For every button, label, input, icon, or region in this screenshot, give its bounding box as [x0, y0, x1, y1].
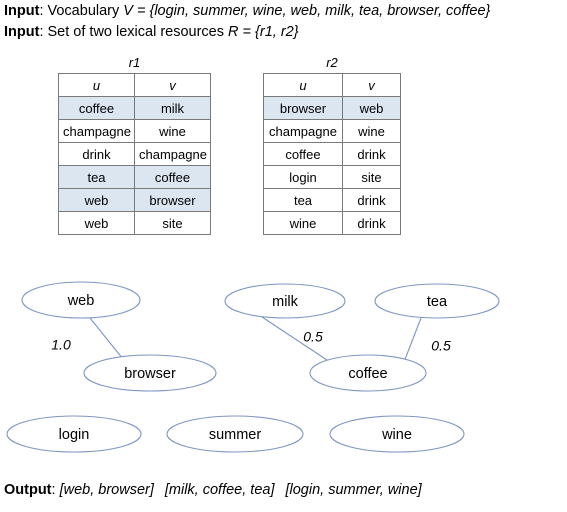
- output-group-2: [milk, coffee, tea]: [164, 482, 275, 498]
- table-row: tea drink: [263, 188, 401, 212]
- graph-node-label-coffee: coffee: [348, 366, 387, 382]
- column-header-u: u: [263, 73, 343, 97]
- edge-weight-tea-coffee: 0.5: [431, 338, 451, 354]
- lexical-resource-table-r2: r2 u v browser web champagne wine coffee…: [263, 56, 401, 235]
- input-label-1: Input: [4, 3, 40, 19]
- table-row: champagne wine: [263, 119, 401, 143]
- graph-node-label-wine: wine: [381, 427, 412, 443]
- input-symbol-1: V: [123, 3, 133, 19]
- graph-node-label-tea: tea: [427, 294, 448, 310]
- output-group-3: [login, summer, wine]: [285, 482, 422, 498]
- input-text-2: Set of two lexical resources: [47, 24, 229, 40]
- table-cell-u: champagne: [263, 119, 343, 143]
- table-cell-u: browser: [263, 96, 343, 120]
- table-cell-u: tea: [58, 165, 135, 189]
- table-cell-u: login: [263, 165, 343, 189]
- algorithm-example-figure: Input: Vocabulary V = {login, summer, wi…: [0, 0, 567, 512]
- table-cell-u: champagne: [58, 119, 135, 143]
- graph-node-label-login: login: [59, 427, 90, 443]
- input-equals-2: =: [238, 24, 256, 40]
- table-r2: u v browser web champagne wine coffee dr…: [263, 73, 401, 235]
- table-cell-u: tea: [263, 188, 343, 212]
- table-cell-v: web: [342, 96, 401, 120]
- table-header-row: u v: [263, 73, 401, 97]
- column-header-u: u: [58, 73, 135, 97]
- input-text-1: Vocabulary: [47, 3, 124, 19]
- column-header-v: v: [134, 73, 211, 97]
- table-row: wine drink: [263, 211, 401, 235]
- input-equals-1: =: [132, 3, 150, 19]
- lexical-resource-table-r1: r1 u v coffee milk champagne wine drink …: [58, 56, 211, 235]
- table-cell-v: drink: [342, 142, 401, 166]
- table-row: web browser: [58, 188, 211, 212]
- input-set-2: {r1, r2}: [255, 24, 299, 40]
- table-cell-u: coffee: [58, 96, 135, 120]
- input-line-resources: Input: Set of two lexical resources R = …: [4, 24, 299, 41]
- table-cell-v: site: [342, 165, 401, 189]
- table-cell-u: web: [58, 188, 135, 212]
- table-cell-v: site: [134, 211, 211, 235]
- table-row: drink champagne: [58, 142, 211, 166]
- table-cell-v: drink: [342, 211, 401, 235]
- edge-weight-web-browser: 1.0: [51, 337, 71, 353]
- table-cell-v: coffee: [134, 165, 211, 189]
- input-set-1: {login, summer, wine, web, milk, tea, br…: [149, 3, 491, 19]
- graph-node-label-milk: milk: [272, 294, 299, 310]
- output-group-1: [web, browser]: [59, 482, 154, 498]
- table-cell-v: milk: [134, 96, 211, 120]
- table-header-row: u v: [58, 73, 211, 97]
- graph-node-label-browser: browser: [124, 366, 176, 382]
- table-row: champagne wine: [58, 119, 211, 143]
- input-line-vocabulary: Input: Vocabulary V = {login, summer, wi…: [4, 3, 490, 20]
- synset-cluster-graph: web browser milk tea coffee login summer wine 1…: [0, 262, 567, 467]
- graph-nodes: web browser milk tea coffee login summer wine: [6, 281, 500, 453]
- table-row: login site: [263, 165, 401, 189]
- graph-edge-web-browser: [89, 317, 124, 360]
- graph-edge-tea-coffee: [403, 317, 422, 363]
- table-cell-v: drink: [342, 188, 401, 212]
- input-label-2: Input: [4, 24, 40, 40]
- table-cell-v: wine: [134, 119, 211, 143]
- column-header-v: v: [342, 73, 401, 97]
- graph-edge-weights: 1.0 0.5 0.5: [51, 329, 451, 354]
- output-label: Output: [4, 482, 52, 498]
- table-cell-v: champagne: [134, 142, 211, 166]
- table-cell-u: wine: [263, 211, 343, 235]
- output-separator: :: [51, 482, 60, 498]
- table-caption-r1: r1: [128, 55, 141, 70]
- table-cell-v: browser: [134, 188, 211, 212]
- table-cell-u: web: [58, 211, 135, 235]
- table-cell-u: coffee: [263, 142, 343, 166]
- table-caption-r2: r2: [326, 55, 338, 70]
- table-cell-v: wine: [342, 119, 401, 143]
- edge-weight-milk-coffee: 0.5: [303, 329, 323, 345]
- table-row: coffee drink: [263, 142, 401, 166]
- input-symbol-2: R: [228, 24, 239, 40]
- table-cell-u: drink: [58, 142, 135, 166]
- graph-node-label-web: web: [67, 293, 95, 309]
- table-row: web site: [58, 211, 211, 235]
- table-row: tea coffee: [58, 165, 211, 189]
- output-line: Output: [web, browser] [milk, coffee, tea…: [4, 482, 422, 498]
- table-r1: u v coffee milk champagne wine drink cha…: [58, 73, 211, 235]
- input-separator-2: :: [39, 24, 48, 40]
- input-separator-1: :: [39, 3, 48, 19]
- table-row: browser web: [263, 96, 401, 120]
- graph-node-label-summer: summer: [209, 427, 262, 443]
- table-row: coffee milk: [58, 96, 211, 120]
